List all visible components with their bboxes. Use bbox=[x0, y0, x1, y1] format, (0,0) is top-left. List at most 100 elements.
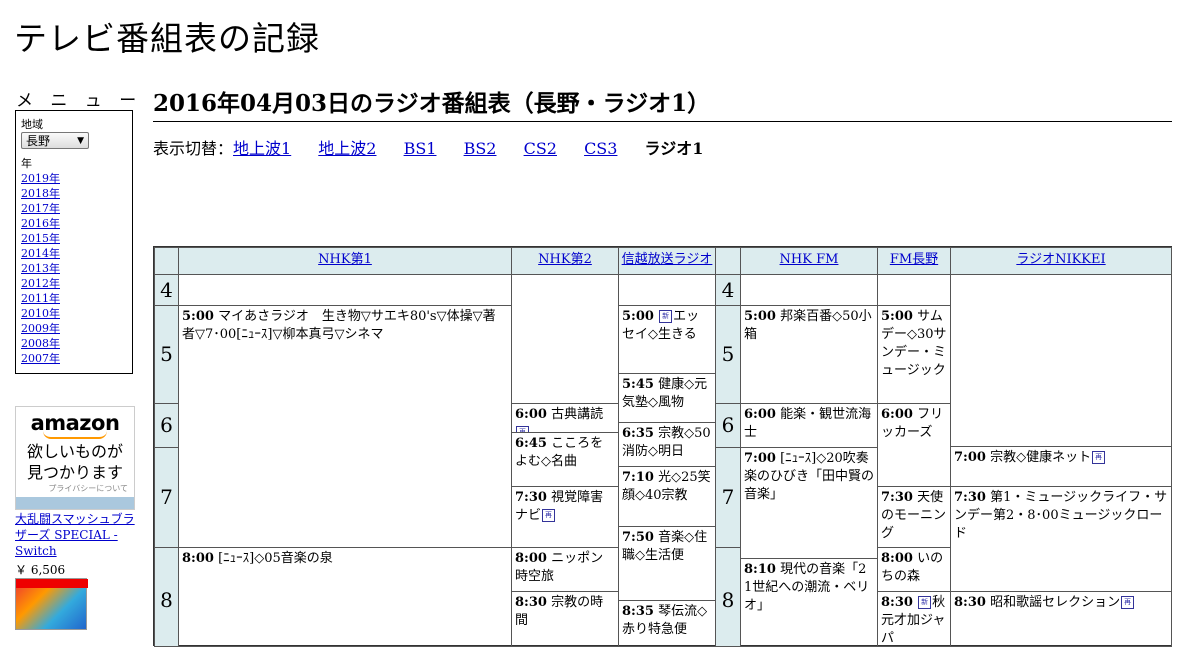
amazon-ad-banner[interactable]: amazon 欲しいものが 見つかります プライバシーについて bbox=[15, 406, 135, 510]
program-time: 8:00 bbox=[881, 551, 913, 566]
year-link[interactable]: 2015年 bbox=[21, 232, 60, 245]
ad-bar bbox=[16, 497, 134, 509]
program-time: 6:00 bbox=[515, 407, 547, 422]
region-label: 地域 bbox=[21, 118, 43, 131]
year-link[interactable]: 2016年 bbox=[21, 217, 60, 230]
program-cell[interactable]: 8:35 琴伝流◇赤り特急便 bbox=[618, 600, 716, 647]
switch-link-cs2[interactable]: CS2 bbox=[524, 139, 557, 158]
chevron-down-icon: ▼ bbox=[77, 136, 84, 146]
menu-box: 地域 長野 ▼ 年 2019年 2018年 2017年 2016年 2015年 … bbox=[15, 110, 133, 374]
program-cell[interactable]: 8:10 現代の音楽「21世紀への潮流・ベリオ」 bbox=[740, 558, 878, 647]
program-time: 6:00 bbox=[881, 407, 913, 422]
program-empty bbox=[618, 274, 716, 306]
program-empty bbox=[178, 274, 512, 306]
year-link[interactable]: 2008年 bbox=[21, 337, 60, 350]
year-link[interactable]: 2007年 bbox=[21, 352, 60, 365]
program-cell[interactable]: 5:00 サムデー◇30サンデー・ミュージック bbox=[877, 305, 951, 404]
rebroadcast-icon: 再 bbox=[542, 509, 556, 522]
year-link[interactable]: 2013年 bbox=[21, 262, 60, 275]
ad-product-link[interactable]: 大乱闘スマッシュブラザーズ SPECIAL - Switch bbox=[15, 511, 140, 559]
program-cell[interactable]: 5:45 健康◇元気塾◇風物 bbox=[618, 373, 716, 423]
hour-cell: 8 bbox=[154, 547, 179, 647]
hour-cell: 8 bbox=[715, 547, 741, 647]
year-link[interactable]: 2018年 bbox=[21, 187, 60, 200]
program-time: 7:30 bbox=[881, 490, 913, 505]
new-program-icon: 新 bbox=[918, 596, 932, 609]
program-cell[interactable]: 7:00 宗教◇健康ネット再 bbox=[950, 446, 1172, 487]
switch-link-cs3[interactable]: CS3 bbox=[584, 139, 617, 158]
program-cell[interactable]: 8:30 昭和歌謡セレクション再 bbox=[950, 591, 1172, 647]
program-cell[interactable]: 7:30 天使のモーニング bbox=[877, 486, 951, 548]
channel-link-nhk1[interactable]: NHK第1 bbox=[318, 252, 372, 267]
channel-header: ラジオNIKKEI bbox=[950, 247, 1172, 275]
rebroadcast-icon: 再 bbox=[1121, 596, 1135, 609]
program-cell[interactable]: 8:30 宗教の時間 bbox=[511, 591, 619, 647]
switch-link-bs2[interactable]: BS2 bbox=[464, 139, 497, 158]
year-link[interactable]: 2019年 bbox=[21, 172, 60, 185]
program-cell[interactable]: 7:50 音楽◇住職◇生活便 bbox=[618, 526, 716, 601]
ad-tagline: 見つかります bbox=[26, 463, 123, 482]
ad-tagline: 欲しいものが bbox=[26, 442, 123, 461]
switch-current: ラジオ1 bbox=[644, 139, 704, 158]
year-link[interactable]: 2011年 bbox=[21, 292, 60, 305]
channel-header: NHK第2 bbox=[511, 247, 619, 275]
program-time: 8:10 bbox=[744, 562, 776, 577]
program-cell[interactable]: 7:10 光◇25笑顔◇40宗教 bbox=[618, 466, 716, 527]
year-label: 年 bbox=[21, 157, 32, 170]
hour-cell: 6 bbox=[154, 403, 179, 448]
switch-link-chijo1[interactable]: 地上波1 bbox=[233, 139, 291, 158]
program-cell[interactable]: 7:30 第1・ミュージックライフ・サンデー第2・8･00ミュージックロード bbox=[950, 486, 1172, 592]
program-cell[interactable]: 6:00 フリッカーズ bbox=[877, 403, 951, 487]
channel-header: 信越放送ラジオ bbox=[618, 247, 716, 275]
program-cell[interactable]: 7:00 [ﾆｭｰｽ]◇20吹奏楽のひびき「田中賢の音楽」 bbox=[740, 447, 878, 559]
program-time: 5:45 bbox=[622, 377, 654, 392]
hour-cell: 4 bbox=[154, 274, 179, 306]
program-cell[interactable]: 6:00 能楽・観世流海士 bbox=[740, 403, 878, 448]
program-time: 5:00 bbox=[182, 309, 214, 324]
program-cell[interactable]: 8:30 新秋元才加ジャパ bbox=[877, 591, 951, 647]
program-cell[interactable]: 6:45 こころをよむ◇名曲 bbox=[511, 432, 619, 487]
ad-product-image[interactable] bbox=[15, 578, 88, 630]
hour-cell: 5 bbox=[154, 305, 179, 404]
program-cell[interactable]: 6:35 宗教◇50消防◇明日 bbox=[618, 422, 716, 467]
program-empty bbox=[950, 274, 1172, 447]
menu-title: メ ニ ュ ー bbox=[16, 91, 143, 111]
channel-link-nhk2[interactable]: NHK第2 bbox=[538, 252, 592, 267]
channel-link-nikkei[interactable]: ラジオNIKKEI bbox=[1016, 252, 1105, 267]
switch-link-bs1[interactable]: BS1 bbox=[404, 139, 437, 158]
program-cell[interactable]: 6:00 古典講読再 bbox=[511, 403, 619, 433]
program-time: 7:30 bbox=[515, 490, 547, 505]
channel-link-nhkfm[interactable]: NHK FM bbox=[780, 252, 839, 267]
program-cell[interactable]: 5:00 マイあさラジオ 生き物▽サエキ80's▽体操▽著者▽7･00[ﾆｭｰｽ… bbox=[178, 305, 512, 548]
program-title: 宗教◇健康ネット bbox=[990, 450, 1092, 465]
hour-cell: 7 bbox=[715, 447, 741, 548]
program-title: マイあさラジオ 生き物▽サエキ80's▽体操▽著者▽7･00[ﾆｭｰｽ]▽柳本真… bbox=[182, 309, 496, 342]
program-time: 8:30 bbox=[881, 595, 913, 610]
year-link[interactable]: 2009年 bbox=[21, 322, 60, 335]
channel-link-sbc[interactable]: 信越放送ラジオ bbox=[622, 252, 713, 267]
program-title: 昭和歌謡セレクション bbox=[990, 595, 1121, 610]
switch-logo-icon bbox=[16, 579, 88, 588]
year-link[interactable]: 2010年 bbox=[21, 307, 60, 320]
program-cell[interactable]: 5:00 邦楽百番◇50小箱 bbox=[740, 305, 878, 404]
year-link[interactable]: 2014年 bbox=[21, 247, 60, 260]
program-empty bbox=[511, 274, 619, 404]
year-link[interactable]: 2017年 bbox=[21, 202, 60, 215]
program-cell[interactable]: 8:00 [ﾆｭｰｽ]◇05音楽の泉 bbox=[178, 547, 512, 647]
switch-link-chijo2[interactable]: 地上波2 bbox=[318, 139, 376, 158]
region-select[interactable]: 長野 ▼ bbox=[21, 132, 89, 149]
ad-privacy-link[interactable]: プライバシーについて bbox=[16, 483, 134, 494]
year-link[interactable]: 2012年 bbox=[21, 277, 60, 290]
program-time: 6:45 bbox=[515, 436, 547, 451]
program-cell[interactable]: 5:00 新エッセイ◇生きる bbox=[618, 305, 716, 374]
program-time: 7:10 bbox=[622, 470, 654, 485]
channel-link-fmnagano[interactable]: FM長野 bbox=[890, 252, 938, 267]
program-time: 8:30 bbox=[954, 595, 986, 610]
hour-cell: 5 bbox=[715, 305, 741, 404]
ad-price: ￥ 6,506 bbox=[15, 563, 66, 577]
program-cell[interactable]: 8:00 いのちの森 bbox=[877, 547, 951, 592]
corner-cell bbox=[715, 247, 741, 275]
new-program-icon: 新 bbox=[659, 310, 673, 323]
program-cell[interactable]: 7:30 視覚障害ナビ再 bbox=[511, 486, 619, 548]
program-cell[interactable]: 8:00 ニッポン時空旅 bbox=[511, 547, 619, 592]
